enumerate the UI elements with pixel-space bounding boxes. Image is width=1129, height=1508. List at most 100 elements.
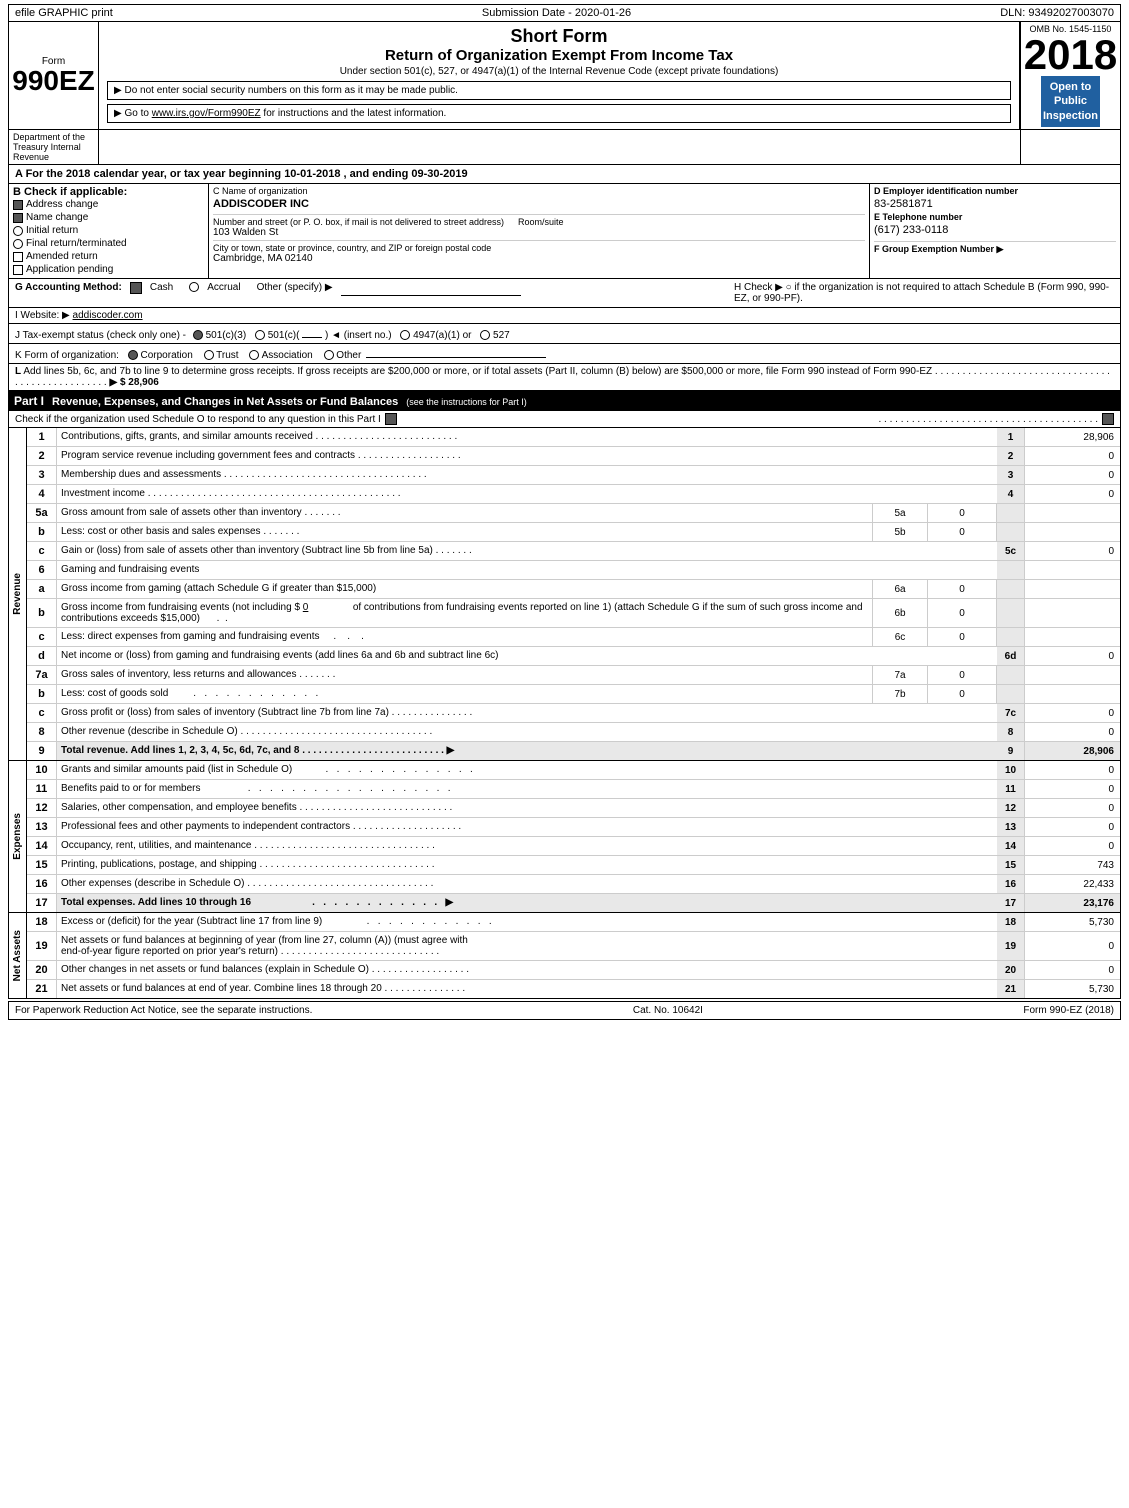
row-6a-refval: 0 xyxy=(927,580,997,598)
row-6a-desc: Gross income from gaming (attach Schedul… xyxy=(57,580,872,598)
row-6b-ref: 6b xyxy=(872,599,927,627)
dept-content xyxy=(99,130,1020,164)
j-label: J Tax-exempt status xyxy=(15,330,104,341)
row-18-num: 18 xyxy=(27,913,57,931)
row-1: 1 Contributions, gifts, grants, and simi… xyxy=(27,428,1120,447)
row-2: 2 Program service revenue including gove… xyxy=(27,447,1120,466)
schedule-o-checkbox2 xyxy=(1102,413,1114,425)
row-1-linenum: 1 xyxy=(997,428,1025,446)
row-20-linenum: 20 xyxy=(997,961,1025,979)
row-7a-desc: Gross sales of inventory, less returns a… xyxy=(57,666,872,684)
application-pending-checkbox xyxy=(13,265,23,275)
row-11-num: 11 xyxy=(27,780,57,798)
other-org-label: Other xyxy=(336,350,361,361)
assoc-label: Association xyxy=(262,350,313,361)
row-7a: 7a Gross sales of inventory, less return… xyxy=(27,666,1120,685)
row-5b-num: b xyxy=(27,523,57,541)
row-6a-ref: 6a xyxy=(872,580,927,598)
row-3: 3 Membership dues and assessments . . . … xyxy=(27,466,1120,485)
row-21-amount: 5,730 xyxy=(1025,980,1120,998)
row-6: 6 Gaming and fundraising events xyxy=(27,561,1120,580)
ein-value: 83-2581871 xyxy=(874,196,1116,212)
row-19-desc: Net assets or fund balances at beginning… xyxy=(57,932,997,960)
501c3-radio xyxy=(193,330,203,341)
row-20-num: 20 xyxy=(27,961,57,979)
website-url: addiscoder.com xyxy=(73,310,143,321)
row-4: 4 Investment income . . . . . . . . . . … xyxy=(27,485,1120,504)
row-6c: c Less: direct expenses from gaming and … xyxy=(27,628,1120,647)
expenses-side-content: 10 Grants and similar amounts paid (list… xyxy=(27,761,1120,912)
row-18-linenum: 18 xyxy=(997,913,1025,931)
row-5b-ref: 5b xyxy=(872,523,927,541)
row-1-amount: 28,906 xyxy=(1025,428,1120,446)
corp-label: Corporation xyxy=(141,350,193,361)
city-row: City or town, state or province, country… xyxy=(213,240,865,264)
row-2-num: 2 xyxy=(27,447,57,465)
org-name-label: C Name of organization xyxy=(213,186,865,196)
row-7b-linenum xyxy=(997,685,1025,703)
phone-label: E Telephone number xyxy=(874,212,1116,222)
row-19-amount: 0 xyxy=(1025,932,1120,960)
row-14-num: 14 xyxy=(27,837,57,855)
row-6a: a Gross income from gaming (attach Sched… xyxy=(27,580,1120,599)
row-6b-num: b xyxy=(27,599,57,627)
amended-return-item: Amended return xyxy=(13,250,204,263)
year-side xyxy=(1020,130,1120,164)
row-5b: b Less: cost or other basis and sales ex… xyxy=(27,523,1120,542)
org-left: B Check if applicable: Address change Na… xyxy=(9,184,209,278)
row-6-desc: Gaming and fundraising events xyxy=(57,561,997,579)
name-change-label: Name change xyxy=(26,212,88,223)
row-12-num: 12 xyxy=(27,799,57,817)
part-i-label: Part I xyxy=(14,394,44,408)
address-change-checkbox xyxy=(13,200,23,210)
name-change-checkbox xyxy=(13,213,23,223)
name-change-item: Name change xyxy=(13,211,204,224)
row-5b-linenum xyxy=(997,523,1025,541)
other-org-radio xyxy=(324,350,334,361)
row-7b: b Less: cost of goods sold . . . . . . .… xyxy=(27,685,1120,704)
acct-g-label: G Accounting Method: xyxy=(15,282,122,293)
form-number-cell: Form 990EZ xyxy=(9,22,99,129)
row-14-linenum: 14 xyxy=(997,837,1025,855)
row-13-desc: Professional fees and other payments to … xyxy=(57,818,997,836)
row-21-desc: Net assets or fund balances at end of ye… xyxy=(57,980,997,998)
row-17-desc: Total expenses. Add lines 10 through 16 … xyxy=(57,894,997,912)
row-9-amount: 28,906 xyxy=(1025,742,1120,760)
row-5b-amount xyxy=(1025,523,1120,541)
dept-section: Department of the Treasury Internal Reve… xyxy=(8,130,1121,165)
row-7b-amount xyxy=(1025,685,1120,703)
efile-label: efile GRAPHIC print xyxy=(15,7,113,19)
trust-radio xyxy=(204,350,214,361)
h-label: H Check ▶ xyxy=(734,282,783,293)
row-12: 12 Salaries, other compensation, and emp… xyxy=(27,799,1120,818)
notice2: ▶ Go to www.irs.gov/Form990EZ for instru… xyxy=(107,104,1011,123)
4947-radio xyxy=(400,330,410,341)
f-label: F Group Exemption Number xyxy=(874,244,994,254)
row-18-desc: Excess or (deficit) for the year (Subtra… xyxy=(57,913,997,931)
row-7b-desc: Less: cost of goods sold . . . . . . . .… xyxy=(57,685,872,703)
other-acct-label: Other (specify) ▶ xyxy=(257,282,333,293)
501c3-label: 501(c)(3) xyxy=(206,330,247,341)
527-label: 527 xyxy=(493,330,510,341)
row-7a-linenum xyxy=(997,666,1025,684)
row-6-amount xyxy=(1025,561,1120,579)
row-16-num: 16 xyxy=(27,875,57,893)
row-8-linenum: 8 xyxy=(997,723,1025,741)
row-10-linenum: 10 xyxy=(997,761,1025,779)
row-6c-ref: 6c xyxy=(872,628,927,646)
row-6a-num: a xyxy=(27,580,57,598)
row-15-num: 15 xyxy=(27,856,57,874)
main-header: Form 990EZ Short Form Return of Organiza… xyxy=(8,22,1121,130)
initial-return-radio xyxy=(13,226,23,236)
row-7c: c Gross profit or (loss) from sales of i… xyxy=(27,704,1120,723)
row-20-amount: 0 xyxy=(1025,961,1120,979)
website-section: I Website: ▶ addiscoder.com xyxy=(8,308,1121,324)
row-5b-desc: Less: cost or other basis and sales expe… xyxy=(57,523,872,541)
row-3-linenum: 3 xyxy=(997,466,1025,484)
row-4-amount: 0 xyxy=(1025,485,1120,503)
row-7c-amount: 0 xyxy=(1025,704,1120,722)
form-990ez: 990EZ xyxy=(12,67,95,95)
row-3-desc: Membership dues and assessments . . . . … xyxy=(57,466,997,484)
row-5a-ref: 5a xyxy=(872,504,927,522)
row-7a-refval: 0 xyxy=(927,666,997,684)
